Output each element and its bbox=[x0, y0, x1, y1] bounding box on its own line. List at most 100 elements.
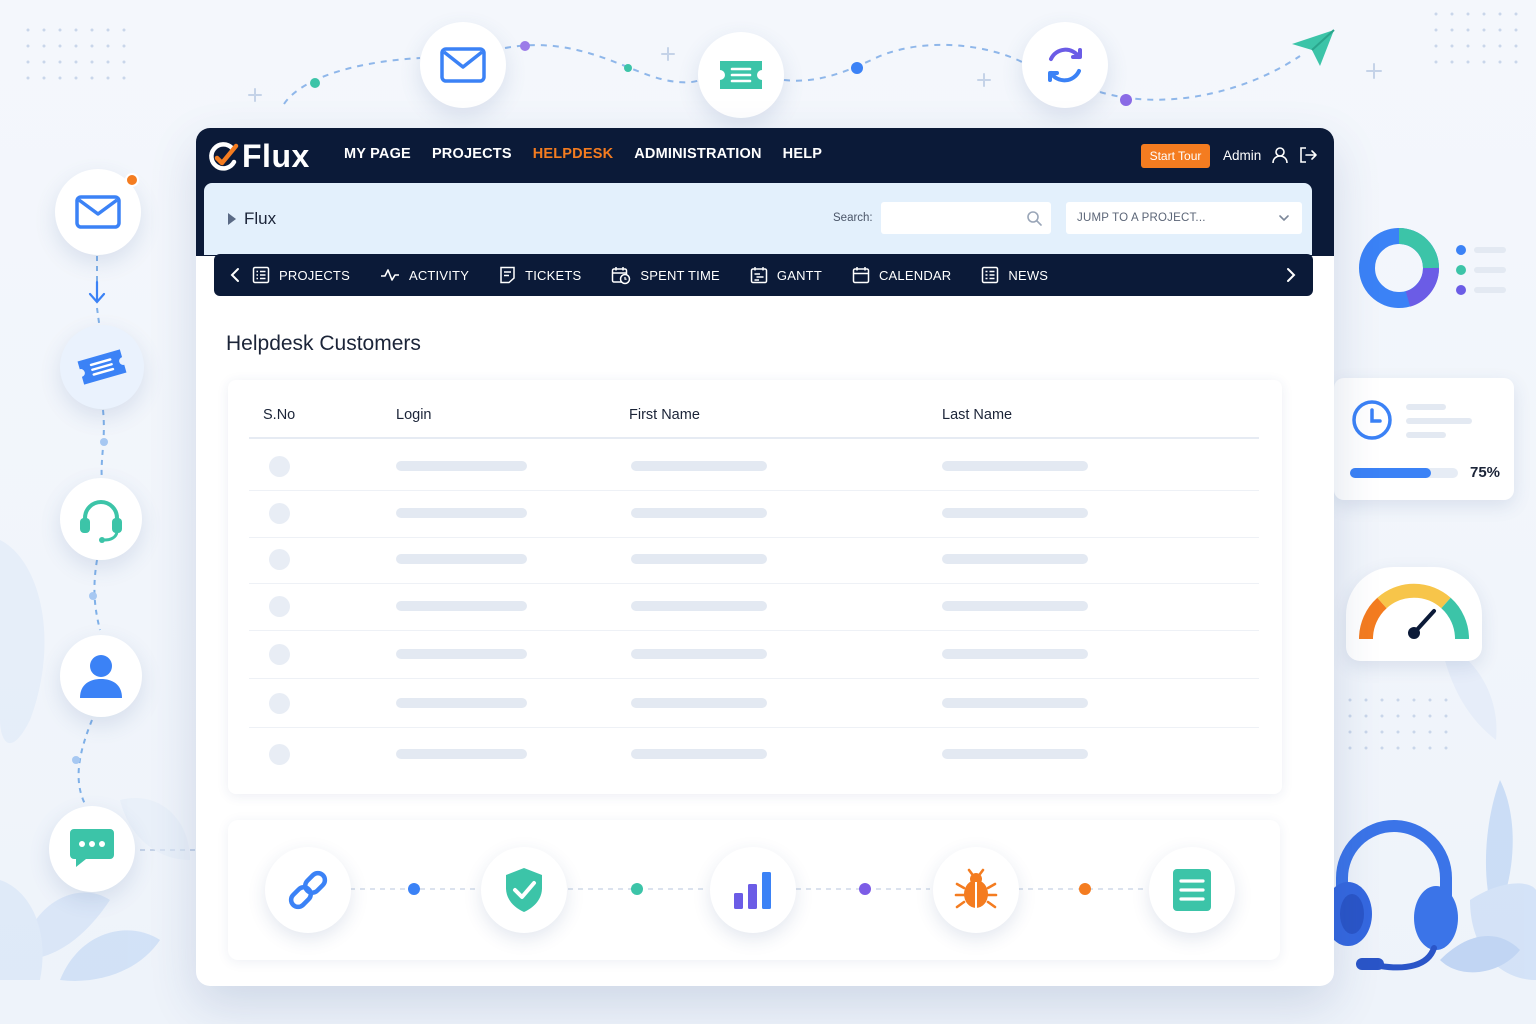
news-icon bbox=[982, 266, 999, 284]
chevron-right-icon[interactable] bbox=[1284, 267, 1298, 283]
search-input[interactable] bbox=[881, 202, 1021, 232]
skeleton-avatar bbox=[269, 456, 290, 477]
calendar-icon bbox=[852, 267, 870, 284]
jump-to-project-label: JUMP TO A PROJECT... bbox=[1077, 212, 1206, 224]
donut-legend bbox=[1456, 245, 1506, 295]
shield-badge bbox=[481, 847, 567, 933]
gauge-icon bbox=[1358, 583, 1470, 640]
sync-icon bbox=[1048, 47, 1082, 83]
tab-tickets[interactable]: TICKETS bbox=[499, 266, 581, 284]
skeleton-cell bbox=[631, 554, 767, 564]
search-box bbox=[881, 202, 1051, 234]
row-divider bbox=[249, 630, 1259, 631]
tab-projects[interactable]: PROJECTS bbox=[252, 266, 350, 284]
ticket-icon bbox=[77, 349, 127, 385]
check-logo-icon bbox=[209, 141, 239, 171]
tab-projects-label: PROJECTS bbox=[279, 267, 350, 283]
ticket-badge bbox=[698, 32, 784, 118]
skeleton-cell bbox=[942, 749, 1088, 759]
feature-strip bbox=[228, 820, 1280, 960]
nav-projects[interactable]: PROJECTS bbox=[432, 146, 512, 162]
skeleton-cell bbox=[396, 649, 527, 659]
progress-widget: 75% bbox=[1334, 378, 1514, 500]
column-header-login[interactable]: Login bbox=[396, 407, 431, 423]
headset-side-badge bbox=[60, 478, 142, 560]
tab-activity-label: ACTIVITY bbox=[408, 267, 470, 283]
bar-chart-icon bbox=[734, 872, 771, 909]
admin-link[interactable]: Admin bbox=[1223, 148, 1261, 163]
skeleton-cell bbox=[396, 698, 527, 708]
tab-activity[interactable]: ACTIVITY bbox=[380, 267, 469, 283]
progress-percent: 75% bbox=[1470, 464, 1501, 481]
row-divider bbox=[249, 583, 1259, 584]
tab-gantt[interactable]: GANTT bbox=[750, 266, 822, 284]
connector-dot bbox=[408, 883, 420, 895]
skeleton-cell bbox=[631, 461, 767, 471]
skeleton-cell bbox=[631, 649, 767, 659]
start-tour-button[interactable]: Start Tour bbox=[1141, 144, 1210, 168]
chart-badge bbox=[710, 847, 796, 933]
column-header-first-name[interactable]: First Name bbox=[629, 407, 700, 423]
user-icon[interactable] bbox=[1271, 146, 1289, 164]
tab-news[interactable]: NEWS bbox=[981, 266, 1048, 284]
header-divider bbox=[249, 437, 1259, 439]
skeleton-cell bbox=[396, 508, 527, 518]
project-subheader: Flux Search: JUMP TO A PROJECT... bbox=[204, 183, 1312, 255]
shield-check-icon bbox=[506, 868, 542, 912]
mail-side-badge bbox=[55, 169, 141, 255]
skeleton-cell bbox=[942, 698, 1088, 708]
activity-icon bbox=[380, 269, 399, 281]
nav-administration[interactable]: ADMINISTRATION bbox=[634, 146, 761, 162]
skeleton-avatar bbox=[269, 596, 290, 617]
skeleton-cell bbox=[631, 749, 767, 759]
skeleton-cell bbox=[396, 554, 527, 564]
search-label: Search: bbox=[833, 212, 873, 224]
chevron-left-icon[interactable] bbox=[228, 267, 242, 283]
notification-dot bbox=[125, 173, 139, 187]
nav-help[interactable]: HELP bbox=[783, 146, 822, 162]
page-title: Helpdesk Customers bbox=[226, 332, 421, 355]
ticket-list-icon bbox=[500, 266, 515, 284]
project-menu-bar: PROJECTS ACTIVITY TICKETS SPENT TIME GAN… bbox=[214, 254, 1313, 296]
skeleton-cell bbox=[631, 698, 767, 708]
user-icon bbox=[80, 655, 122, 698]
nav-my-page[interactable]: MY PAGE bbox=[344, 146, 411, 162]
tab-spent-time-label: SPENT TIME bbox=[640, 267, 720, 283]
progress-fill bbox=[1350, 468, 1431, 478]
tab-calendar-label: CALENDAR bbox=[878, 267, 952, 283]
logout-icon[interactable] bbox=[1298, 146, 1318, 164]
search-icon[interactable] bbox=[1026, 210, 1042, 226]
bug-icon bbox=[954, 868, 998, 909]
mail-icon bbox=[75, 195, 121, 229]
customers-table: S.No Login First Name Last Name bbox=[228, 380, 1282, 794]
donut-chart-icon bbox=[1359, 228, 1440, 308]
column-header-sno[interactable]: S.No bbox=[263, 407, 295, 423]
nav-helpdesk[interactable]: HELPDESK bbox=[533, 146, 614, 162]
document-badge bbox=[1149, 847, 1235, 933]
connector-dot bbox=[859, 883, 871, 895]
sync-badge bbox=[1022, 22, 1108, 108]
skeleton-cell bbox=[631, 601, 767, 611]
ticket-side-badge bbox=[60, 325, 144, 409]
chat-icon bbox=[70, 829, 114, 867]
paper-plane-icon bbox=[1292, 29, 1335, 66]
tab-calendar[interactable]: CALENDAR bbox=[852, 266, 951, 284]
gantt-icon bbox=[750, 267, 768, 284]
breadcrumb[interactable]: Flux bbox=[228, 209, 276, 229]
tab-gantt-label: GANTT bbox=[776, 267, 822, 283]
column-header-last-name[interactable]: Last Name bbox=[942, 407, 1012, 423]
progress-track bbox=[1350, 468, 1458, 478]
app-window: Flux MY PAGE PROJECTS HELPDESK ADMINISTR… bbox=[196, 128, 1334, 986]
logo[interactable]: Flux bbox=[208, 138, 310, 175]
headset-icon bbox=[80, 500, 122, 543]
chat-side-badge bbox=[49, 806, 135, 892]
mail-icon bbox=[440, 47, 486, 83]
clock-icon bbox=[1352, 400, 1392, 440]
jump-to-project-select[interactable]: JUMP TO A PROJECT... bbox=[1066, 202, 1302, 234]
tab-spent-time[interactable]: SPENT TIME bbox=[611, 266, 720, 285]
skeleton-cell bbox=[396, 749, 527, 759]
link-icon bbox=[288, 870, 328, 910]
logo-text: Flux bbox=[242, 138, 310, 174]
list-icon bbox=[252, 266, 270, 284]
calendar-clock-icon bbox=[612, 266, 631, 284]
